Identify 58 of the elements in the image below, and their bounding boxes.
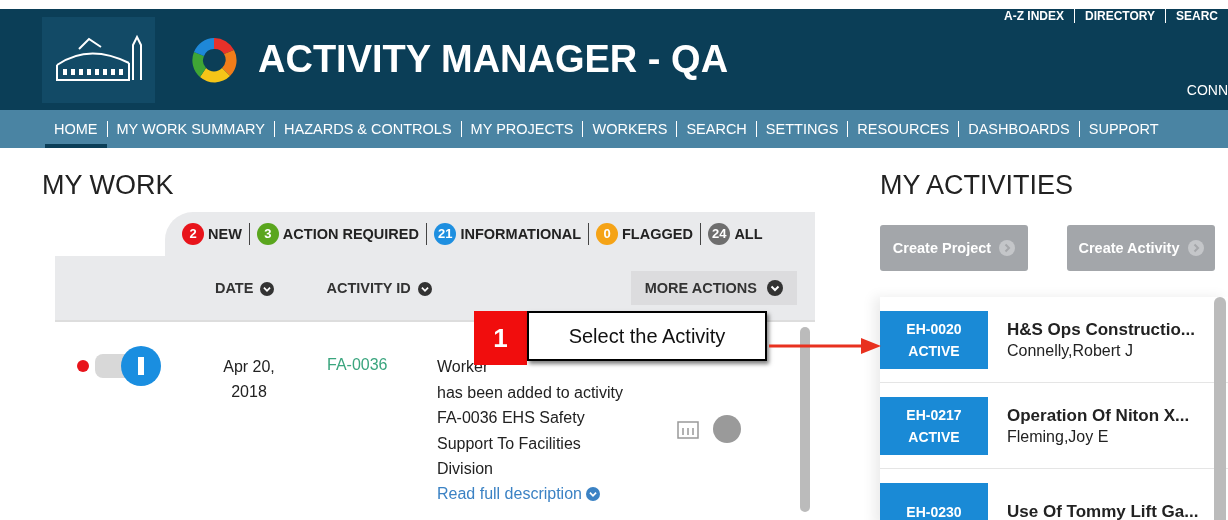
create-button[interactable]: Create Activity — [1067, 225, 1215, 271]
activity-tag[interactable]: EH-0230 — [880, 482, 988, 520]
activity-name[interactable]: Use Of Tommy Lift Ga... — [1007, 501, 1199, 520]
filter-link[interactable]: FLAGGED — [622, 225, 693, 243]
count-badge: 21 — [434, 223, 457, 245]
filter-link[interactable]: ACTION REQUIRED — [282, 225, 419, 243]
activity-tag[interactable]: EH-0020 ACTIVE — [880, 310, 988, 369]
sort-header[interactable]: ACTIVITY ID — [326, 279, 432, 297]
sort-header[interactable]: DATE — [215, 279, 275, 297]
filter-link[interactable]: INFORMATIONAL — [460, 225, 581, 243]
description-line: has been added to activity — [437, 382, 624, 403]
count-badge: 0 — [596, 223, 618, 245]
create-button[interactable]: Create Project — [880, 225, 1028, 271]
top-link[interactable]: A-Z INDEX — [993, 9, 1074, 23]
filter-link[interactable]: NEW — [208, 225, 242, 243]
chevron-right-icon[interactable] — [999, 240, 1016, 256]
nav-tab[interactable]: MY WORK SUMMARY — [107, 110, 274, 148]
nav-tab[interactable]: DASHBOARDS — [959, 110, 1079, 148]
menu-circle-icon[interactable] — [713, 415, 741, 444]
chevron-down-icon[interactable] — [417, 282, 432, 297]
step-number: 1 — [474, 311, 527, 365]
person-name: Connelly,Robert J — [1007, 341, 1134, 360]
scrollbar[interactable] — [800, 327, 810, 512]
nav-tab[interactable]: WORKERS — [583, 110, 677, 148]
activity-name[interactable]: H&S Ops Constructio... — [1007, 319, 1195, 340]
nav-tab[interactable]: SEARCH — [677, 110, 756, 148]
nav-tab[interactable]: SUPPORT — [1079, 110, 1168, 148]
nav-tab[interactable]: SETTINGS — [756, 110, 848, 148]
nav-tab[interactable]: RESOURCES — [848, 110, 959, 148]
filter-link[interactable]: ALL — [734, 225, 763, 243]
section-title: MY WORK — [42, 170, 175, 200]
chevron-down-icon[interactable] — [260, 282, 275, 297]
read-more-link[interactable]: Read full description — [437, 484, 600, 503]
nav-tab[interactable]: MY PROJECTS — [461, 110, 583, 148]
logo-icon — [42, 16, 155, 103]
activity-name[interactable]: Operation Of Niton X... — [1007, 405, 1190, 426]
more-actions-button[interactable]: MORE ACTIONS — [630, 271, 797, 305]
count-badge: 24 — [707, 223, 731, 245]
scrollbar[interactable] — [1214, 297, 1226, 520]
description-line: Support To Facilities — [437, 433, 582, 454]
section-title: MY ACTIVITIES — [880, 170, 1075, 200]
calendar-icon[interactable] — [677, 419, 699, 440]
person-name: Fleming,Joy E — [1007, 427, 1110, 446]
activity-tag[interactable]: EH-0217 ACTIVE — [880, 396, 988, 455]
chevron-right-icon[interactable] — [1187, 240, 1204, 256]
count-badge: 2 — [182, 223, 204, 245]
app-title: ACTIVITY MANAGER - QA — [258, 38, 729, 81]
count-badge: 3 — [256, 223, 279, 245]
description-line: Division — [437, 459, 494, 479]
chevron-down-icon[interactable] — [767, 280, 783, 296]
date-text: Apr 20, 2018 — [222, 357, 276, 402]
nav-tab[interactable]: HOME — [45, 110, 107, 148]
user-name[interactable]: CONN — [1186, 82, 1228, 98]
activity-id-link[interactable]: FA-0036 — [327, 356, 437, 503]
callout-box: Select the Activity — [527, 311, 767, 361]
description-line: FA-0036 EHS Safety — [437, 408, 586, 428]
nav-tab[interactable]: HAZARDS & CONTROLS — [275, 110, 461, 148]
info-toggle-icon[interactable] — [95, 346, 161, 386]
